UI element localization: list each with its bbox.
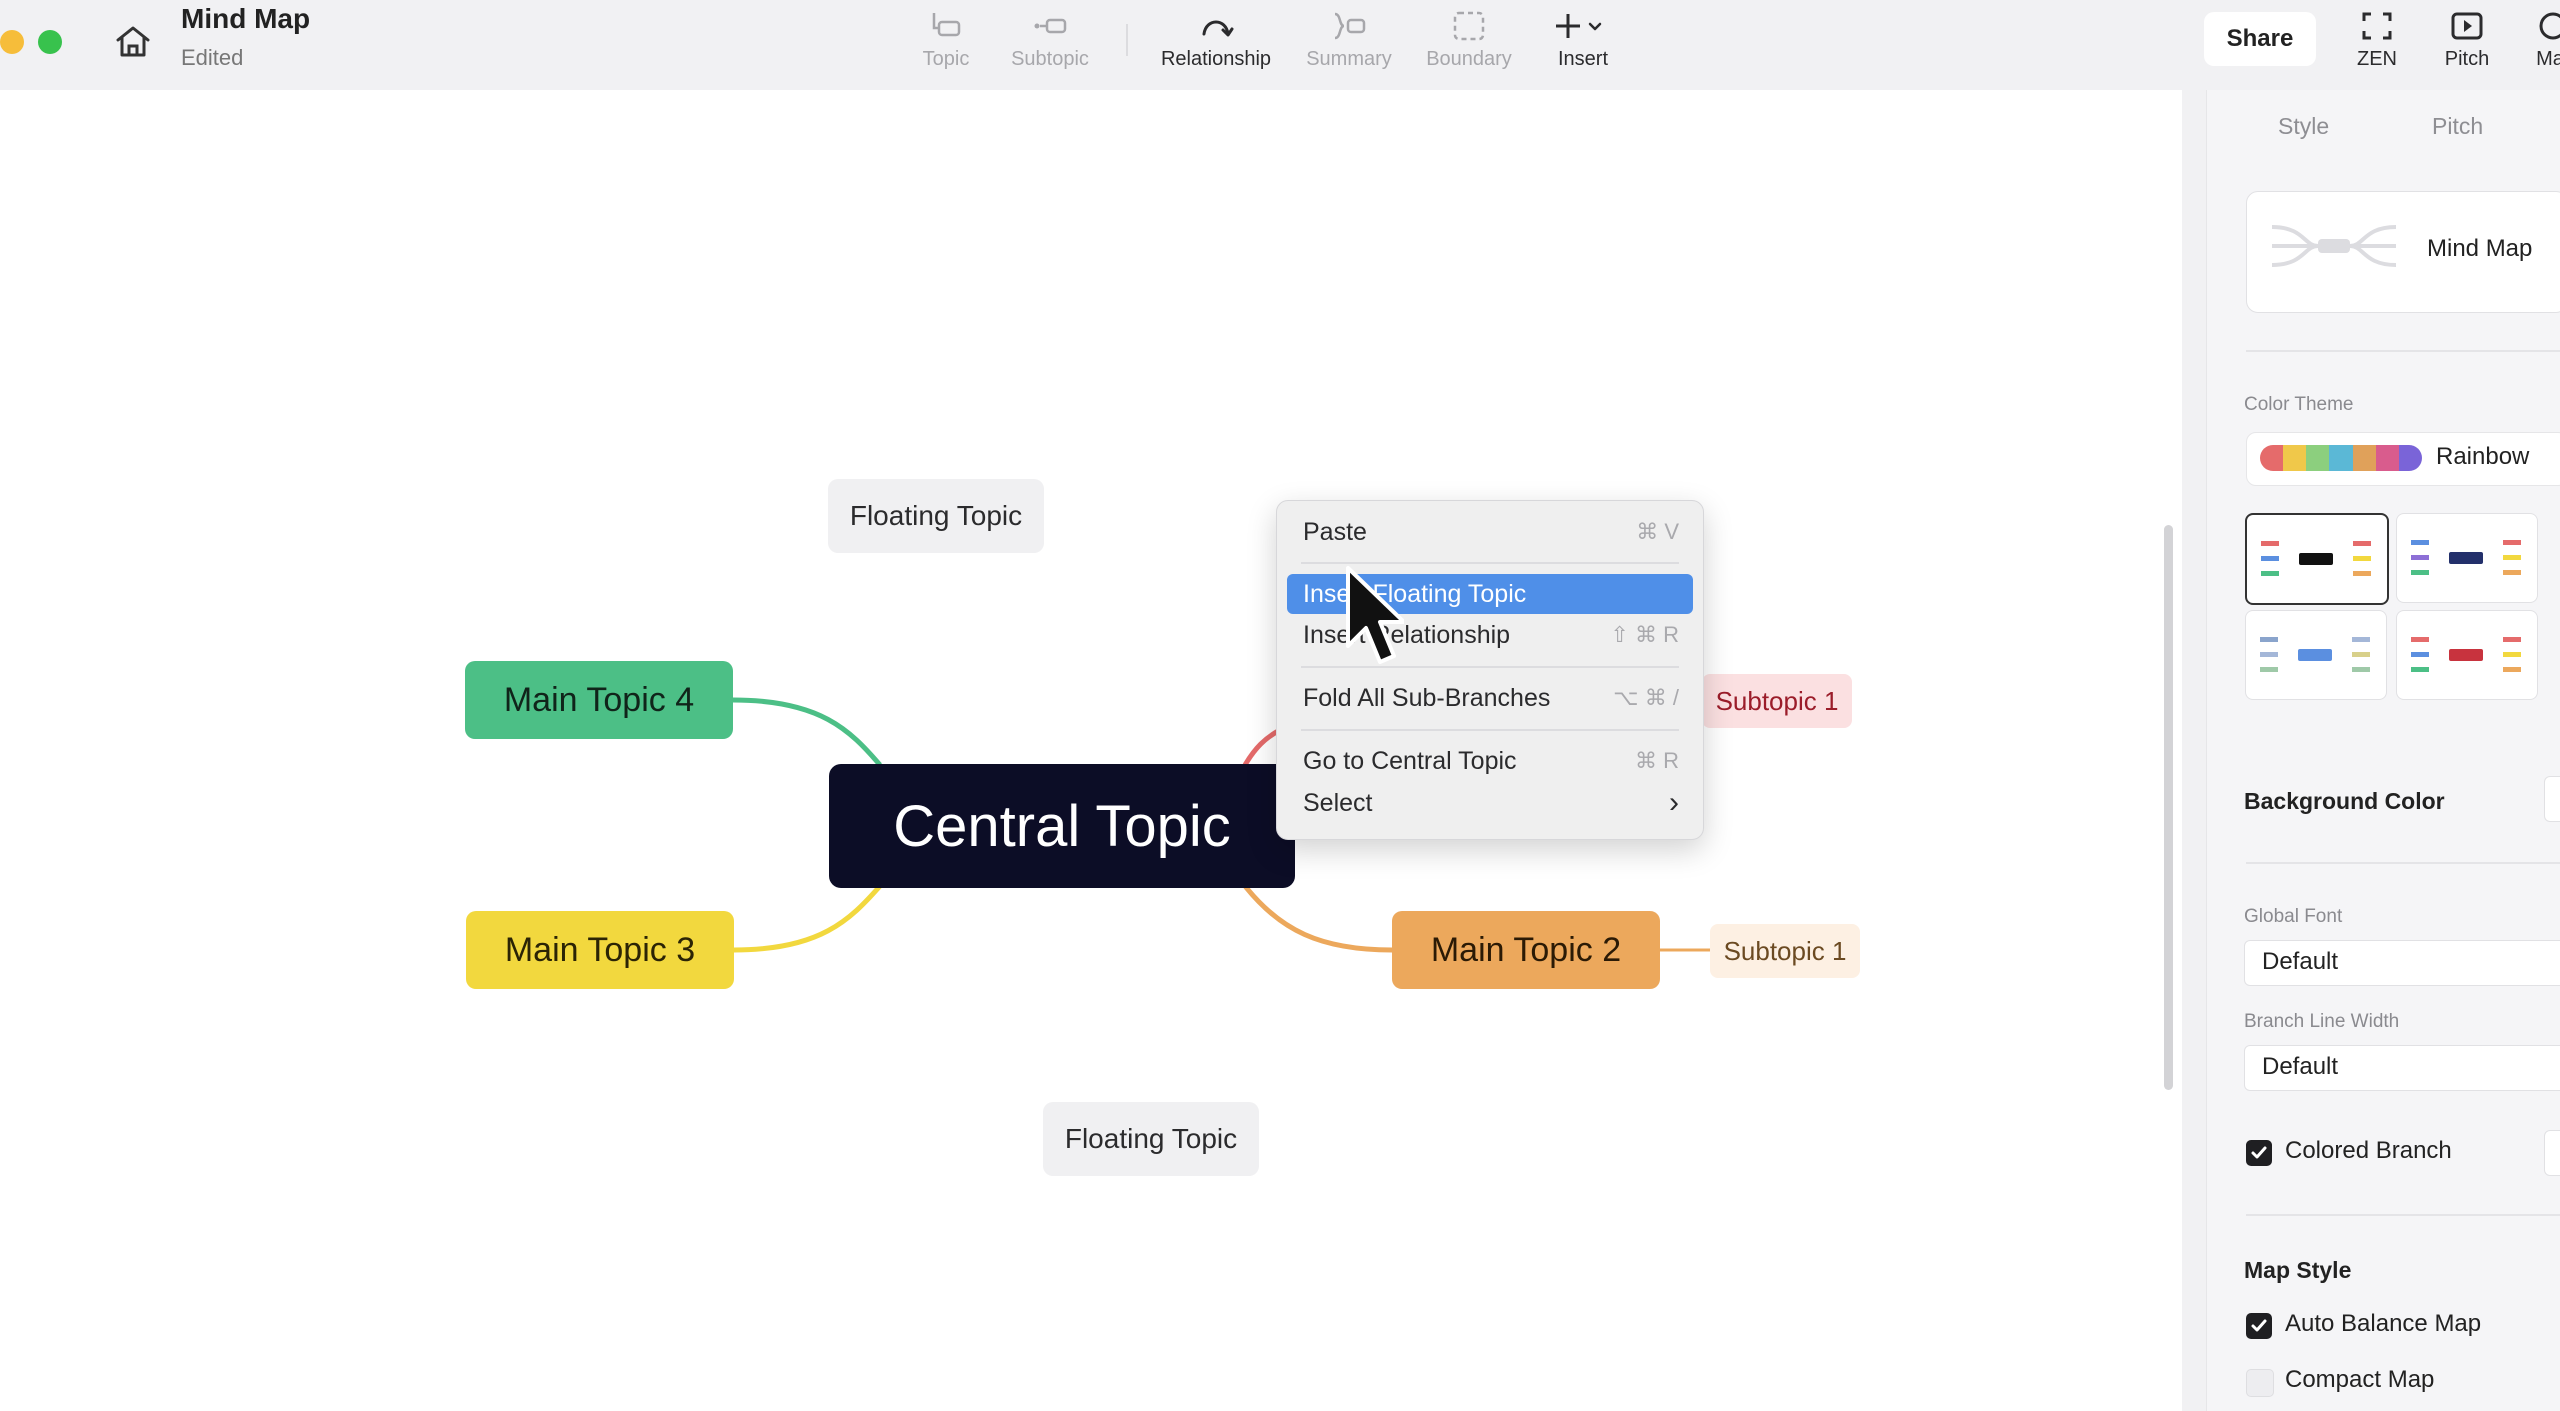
central-topic[interactable]: Central Topic	[829, 764, 1295, 888]
global-font-label: Global Font	[2244, 906, 2343, 927]
subtopic-1-lower[interactable]: Subtopic 1	[1710, 924, 1860, 978]
theme-preview-icon	[2261, 541, 2371, 576]
pitch-mode-button[interactable]: Pitch	[2402, 8, 2532, 71]
go-to-central-shortcut: ⌘ R	[1635, 748, 1679, 773]
insert-relationship-label: Insert Relationship	[1303, 620, 1511, 649]
compact-map-label: Compact Map	[2285, 1366, 2435, 1393]
main-topic-2[interactable]: Main Topic 2	[1392, 911, 1660, 989]
insert-relationship-shortcut: ⇧ ⌘ R	[1610, 622, 1679, 647]
chevron-right-icon: ›	[1669, 786, 1679, 819]
fold-all-shortcut: ⌥ ⌘ /	[1613, 685, 1679, 710]
color-theme-label: Color Theme	[2244, 394, 2354, 415]
theme-thumbnail-blue[interactable]	[2245, 610, 2387, 700]
main-topic-3[interactable]: Main Topic 3	[466, 911, 734, 989]
checkmark-icon	[2251, 1146, 2267, 1159]
branch-style-select-partial[interactable]	[2544, 1130, 2560, 1176]
panel-divider	[2246, 862, 2560, 864]
colored-branch-label: Colored Branch	[2285, 1137, 2452, 1164]
circle-icon	[2539, 12, 2560, 40]
map-button-partial[interactable]: Ma	[2515, 8, 2560, 71]
auto-balance-map-checkbox[interactable]	[2246, 1313, 2272, 1339]
auto-balance-map-label: Auto Balance Map	[2285, 1310, 2482, 1337]
color-theme-value: Rainbow	[2436, 443, 2530, 470]
theme-thumbnail-red[interactable]	[2396, 610, 2538, 700]
map-label-partial: Ma	[2536, 48, 2560, 70]
background-color-swatch[interactable]	[2544, 776, 2560, 822]
menu-separator	[1301, 729, 1679, 731]
zen-label: ZEN	[2357, 48, 2397, 70]
branch-line-topic1	[1242, 727, 1282, 767]
theme-preview-icon	[2260, 637, 2370, 672]
panel-divider	[2246, 1214, 2560, 1216]
mind-map-structure-icon	[2271, 225, 2397, 267]
main-topic-4[interactable]: Main Topic 4	[465, 661, 733, 739]
floating-topic-top[interactable]: Floating Topic	[828, 479, 1044, 553]
panel-divider	[2246, 350, 2560, 352]
mouse-pointer-icon	[1346, 566, 1404, 664]
compact-map-checkbox[interactable]	[2246, 1369, 2274, 1397]
share-button[interactable]: Share	[2204, 12, 2316, 66]
theme-preview-icon	[2411, 540, 2521, 575]
map-style-label: Map Style	[2244, 1257, 2352, 1283]
go-to-central-label: Go to Central Topic	[1303, 746, 1517, 775]
play-icon	[2451, 12, 2483, 40]
fullscreen-icon	[2362, 12, 2392, 40]
menu-item-fold-all[interactable]: Fold All Sub-Branches ⌥ ⌘ /	[1287, 678, 1693, 718]
tab-pitch[interactable]: Pitch	[2432, 113, 2483, 140]
menu-item-go-to-central[interactable]: Go to Central Topic ⌘ R	[1287, 741, 1693, 781]
branch-line-topic2	[1243, 884, 1393, 953]
paste-shortcut: ⌘ V	[1636, 519, 1679, 544]
pitch-label: Pitch	[2444, 48, 2490, 70]
floating-topic-bottom[interactable]: Floating Topic	[1043, 1102, 1259, 1176]
rainbow-theme-swatch	[2260, 445, 2422, 471]
global-font-value: Default	[2262, 948, 2339, 975]
colored-branch-checkbox[interactable]	[2246, 1140, 2272, 1166]
theme-thumbnail-dark[interactable]	[2245, 513, 2389, 605]
theme-thumbnail-navy[interactable]	[2396, 513, 2538, 603]
checkmark-icon	[2251, 1319, 2267, 1332]
menu-item-paste[interactable]: Paste ⌘ V	[1287, 512, 1693, 552]
structure-name: Mind Map	[2427, 235, 2533, 262]
tab-style[interactable]: Style	[2278, 113, 2329, 140]
theme-preview-icon	[2411, 637, 2521, 672]
branch-lines	[732, 697, 1710, 953]
branch-line-topic3	[733, 884, 882, 953]
paste-label: Paste	[1303, 517, 1367, 546]
branch-line-width-label: Branch Line Width	[2244, 1011, 2400, 1032]
branch-line-topic4	[732, 697, 882, 767]
fold-all-label: Fold All Sub-Branches	[1303, 683, 1551, 712]
background-color-label: Background Color	[2244, 788, 2445, 814]
insert-floating-topic-label: Insert Floating Topic	[1303, 579, 1527, 608]
branch-line-width-value: Default	[2262, 1053, 2339, 1080]
subtopic-1-upper[interactable]: Subtopic 1	[1702, 674, 1852, 728]
menu-item-select[interactable]: Select ›	[1287, 783, 1693, 823]
context-menu: Paste ⌘ V Insert Floating Topic Insert R…	[1276, 500, 1704, 840]
select-label: Select	[1303, 788, 1373, 817]
